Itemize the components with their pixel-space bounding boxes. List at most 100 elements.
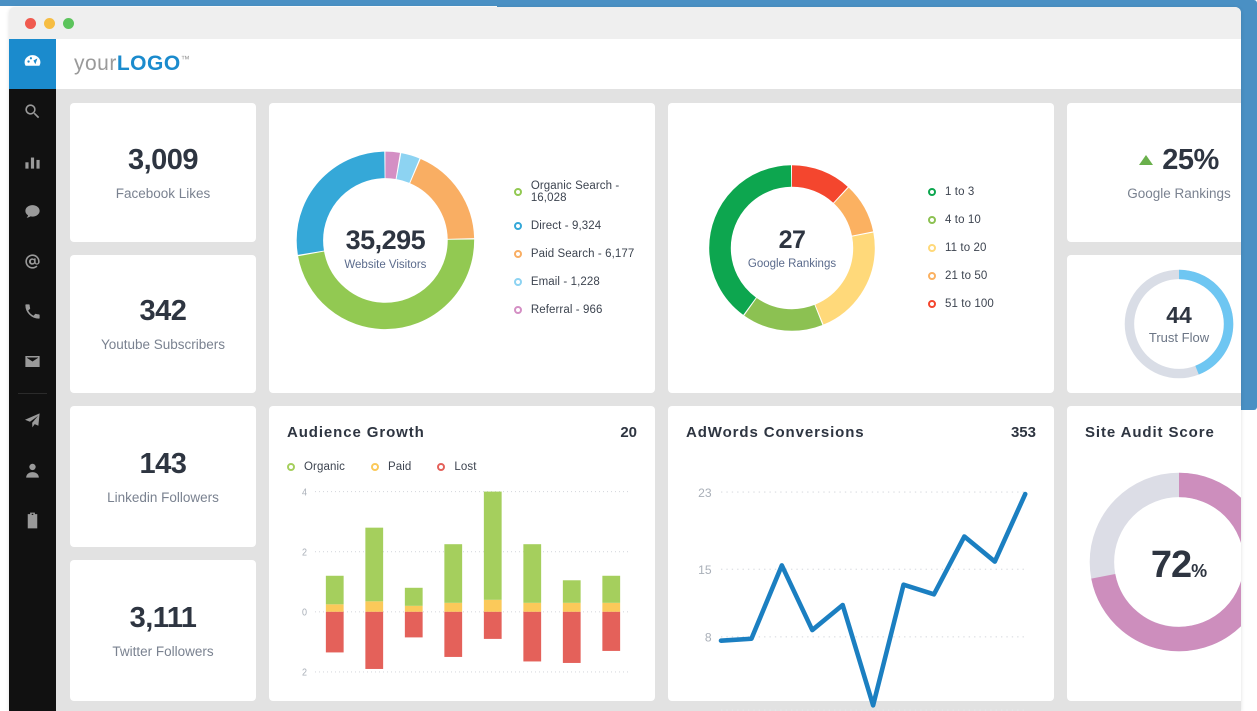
kpi-card-linkedin-followers[interactable]: 143 Linkedin Followers [70,406,256,547]
svg-text:2: 2 [302,667,307,677]
chart-header: Audience Growth 20 [287,424,637,441]
kpi-label: Youtube Subscribers [100,337,226,353]
gauge-value: 44 [1166,302,1192,329]
trust-flow-gauge: 44 Trust Flow [1120,265,1238,383]
dashboard-grid: 3,009 Facebook Likes 342 Youtube Subscri… [56,89,1241,711]
window-titlebar [9,7,1241,39]
rank-value: 25% [1162,143,1219,176]
minimize-button[interactable] [44,17,55,29]
gauge-center-label: 44 Trust Flow [1120,265,1238,383]
audience-growth-card[interactable]: Audience Growth 20 Organic Paid Lost 4202 [269,406,655,701]
bar-chart-svg: 4 2 0 2 [302,487,631,678]
kpi-label: Facebook Likes [115,185,211,201]
trust-flow-card[interactable]: 44 Trust Flow [1067,254,1241,393]
sidebar-item-contacts[interactable] [9,448,56,498]
legend-color-dot [370,463,379,471]
legend-color-dot [928,188,936,196]
chart-title: AdWords Conversions [686,424,865,441]
kpi-label: Linkedin Followers [107,490,219,505]
chart-title: Audience Growth [287,424,425,441]
rank-value-row: 25% [1139,144,1219,177]
legend-color-dot [928,300,936,308]
legend-label: Organic [304,461,345,473]
maximize-button[interactable] [63,17,74,29]
sidebar-item-messages[interactable] [9,189,56,239]
kpi-card-youtube-subscribers[interactable]: 342 Youtube Subscribers [70,254,256,393]
legend-color-dot [513,278,522,286]
rank-label: Google Rankings [1127,185,1231,201]
adwords-conversions-card[interactable]: AdWords Conversions 353 23 15 8 [668,406,1054,711]
at-target-icon [23,252,42,276]
site-audit-plot: 72 % [1085,441,1241,683]
legend-color-dot [513,250,522,258]
legend-color-dot [437,463,446,471]
legend-item[interactable]: Paid [370,461,411,473]
sidebar-item-mentions[interactable] [9,239,56,289]
site-audit-score-card[interactable]: Site Audit Score 72 % [1067,406,1241,701]
right-column-top: 25% Google Rankings 44 Trust Flow [1067,103,1241,393]
chat-bubble-icon [23,202,42,226]
app-logo[interactable]: yourLOGO™ [74,52,190,76]
site-audit-donut: 72 % [1085,468,1241,656]
kpi-label: Twitter Followers [112,644,214,659]
sidebar-item-mail[interactable] [9,339,56,389]
logo-prefix: your [74,52,117,75]
legend-label: 4 to 10 [945,214,981,226]
sidebar-item-calls[interactable] [9,289,56,339]
kpi-value: 143 [139,448,187,480]
donut-center-label: 27 Google Rankings [702,158,882,338]
gauge-label: Trust Flow [1148,330,1210,346]
google-rankings-kpi-card[interactable]: 25% Google Rankings [1067,103,1241,242]
chart-header: AdWords Conversions 353 [686,424,1036,441]
chart-title: Site Audit Score [1085,424,1215,441]
legend-item[interactable]: Organic [287,461,345,473]
speedometer-icon [23,52,42,76]
sidebar-item-search[interactable] [9,89,56,139]
legend-item[interactable]: Referral - 966 [513,304,647,316]
browser-window: yourLOGO™ 3,009 Facebook Likes 342 Youtu… [9,7,1241,711]
legend-item[interactable]: 1 to 3 [928,186,994,198]
legend-item[interactable]: Email - 1,228 [513,276,647,288]
legend-item[interactable]: Organic Search - 16,028 [513,180,647,204]
screenshot-root: yourLOGO™ 3,009 Facebook Likes 342 Youtu… [0,0,1257,711]
donut-center-label: 35,295 Website Visitors [291,146,480,351]
legend-color-dot [513,222,522,230]
legend-item[interactable]: 4 to 10 [928,214,994,226]
google-rankings-donut: 27 Google Rankings [702,158,882,338]
legend-label: Organic Search - 16,028 [530,180,620,204]
clipboard-check-icon [23,511,42,535]
legend-item[interactable]: 51 to 100 [928,298,994,310]
audit-value: 72 [1150,544,1192,586]
legend-item[interactable]: 21 to 50 [928,270,994,282]
audience-growth-legend: Organic Paid Lost [287,461,637,473]
legend-item[interactable]: 11 to 20 [928,242,994,254]
audience-growth-plot: 4 2 0 2 [287,483,637,687]
legend-item[interactable]: Paid Search - 6,177 [513,248,647,260]
sidebar-item-analytics[interactable] [9,139,56,189]
kpi-value: 3,111 [129,602,197,634]
svg-text:8: 8 [705,631,712,645]
google-rankings-card[interactable]: 27 Google Rankings 1 to 3 4 to 10 11 to 20… [668,103,1054,393]
kpi-value: 3,009 [127,143,199,176]
envelope-icon [23,352,42,376]
legend-item[interactable]: Lost [437,461,476,473]
legend-color-dot [513,188,522,196]
sidebar-item-dashboard[interactable] [9,39,56,89]
legend-label: 21 to 50 [945,270,988,282]
kpi-card-twitter-followers[interactable]: 3,111 Twitter Followers [70,560,256,701]
website-visitors-card[interactable]: 35,295 Website Visitors Organic Search -… [269,103,655,393]
sidebar-item-campaigns[interactable] [9,398,56,448]
audit-percent-symbol: % [1191,561,1208,581]
close-button[interactable] [25,17,36,29]
logo-trademark: ™ [180,54,191,64]
legend-color-dot [513,306,522,314]
sidebar-item-tasks[interactable] [9,498,56,548]
chart-total: 353 [1010,424,1036,441]
svg-text:23: 23 [698,486,712,500]
legend-label: 11 to 20 [945,242,987,254]
legend-label: Paid Search - 6,177 [530,248,635,260]
legend-item[interactable]: Direct - 9,324 [513,220,647,232]
legend-color-dot [928,272,936,280]
kpi-value: 342 [139,295,187,328]
kpi-card-facebook-likes[interactable]: 3,009 Facebook Likes [70,103,256,242]
